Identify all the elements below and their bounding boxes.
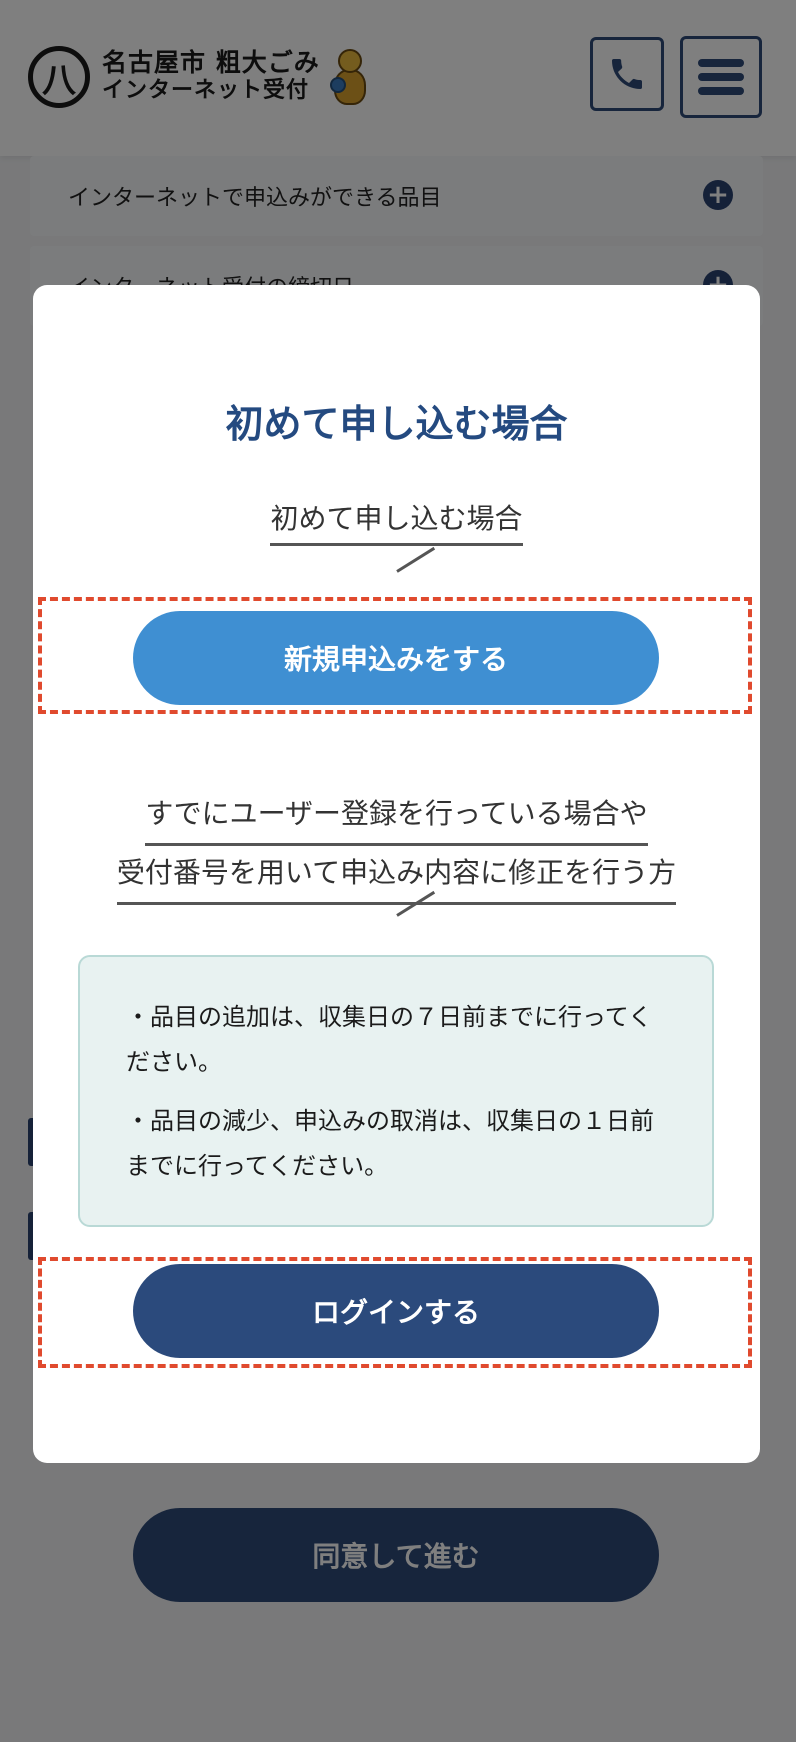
caption-text: 初めて申し込む場合 — [270, 497, 523, 546]
notice-item: ・品目の追加は、収集日の７日前までに行ってください。 — [126, 1003, 653, 1076]
highlight-login-button — [38, 1257, 752, 1368]
notice-box: ・品目の追加は、収集日の７日前までに行ってください。 ・品目の減少、申込みの取消… — [78, 955, 714, 1227]
caption-line2: 受付番号を用いて申込み内容に修正を行う方 — [116, 850, 677, 905]
notice-item: ・品目の減少、申込みの取消は、収集日の１日前までに行ってください。 — [126, 1107, 654, 1180]
speech-tail — [396, 546, 436, 573]
caption-line1: すでにユーザー登録を行っている場合や — [145, 791, 648, 846]
modal-title: 初めて申し込む場合 — [225, 402, 568, 446]
existing-user-caption: すでにユーザー登録を行っている場合や 受付番号を用いて申込み内容に修正を行う方 — [33, 787, 760, 905]
new-application-caption: 初めて申し込む場合 — [33, 497, 760, 550]
highlight-new-button — [38, 597, 752, 714]
